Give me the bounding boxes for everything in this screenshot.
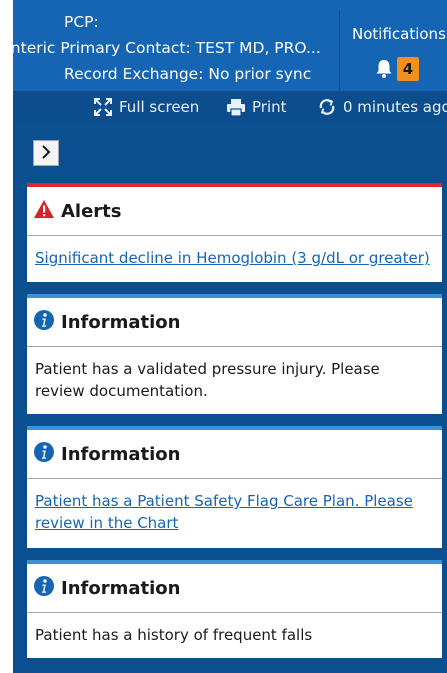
alert-card-body: Significant decline in Hemoglobin (3 g/d…	[27, 236, 442, 281]
toolbar: Full screen Print 0 minutes ago	[13, 91, 447, 123]
info-card-body: Patient has a validated pressure injury.…	[35, 360, 380, 400]
bell-icon	[375, 59, 395, 79]
patient-sidebar: PCP: Enteric Primary Contact: TEST MD, P…	[13, 0, 447, 673]
patient-info: PCP: Enteric Primary Contact: TEST MD, P…	[13, 0, 337, 91]
notifications-label: Notifications	[352, 25, 446, 43]
refresh-button[interactable]: 0 minutes ago	[317, 97, 447, 117]
info-card-body: Patient has a history of frequent falls	[35, 626, 313, 644]
alert-card: Alerts Significant decline in Hemoglobin…	[27, 183, 442, 282]
record-exchange-status: Record Exchange: No prior sync	[64, 65, 312, 83]
info-card-falls: Information Patient has a history of fre…	[27, 560, 442, 658]
info-card-title: Information	[61, 577, 181, 599]
info-card-safety-flag: Information Patient has a Patient Safety…	[27, 426, 442, 548]
fullscreen-label: Full screen	[119, 98, 200, 116]
notification-count: 4	[397, 57, 419, 81]
fullscreen-button[interactable]: Full screen	[93, 97, 199, 117]
notifications-button[interactable]: Notifications 4	[339, 11, 447, 91]
info-card-title: Information	[61, 443, 181, 465]
safety-flag-link[interactable]: Patient has a Patient Safety Flag Care P…	[35, 492, 413, 532]
info-card-header: Information	[27, 564, 442, 613]
refresh-label: 0 minutes ago	[343, 98, 447, 116]
notifications-badge: 4	[375, 57, 425, 81]
info-card-header: Information	[27, 430, 442, 479]
info-card-body: Patient has a Patient Safety Flag Care P…	[27, 479, 442, 546]
expand-button[interactable]	[33, 140, 59, 166]
alert-card-title: Alerts	[61, 200, 122, 222]
hemoglobin-alert-link[interactable]: Significant decline in Hemoglobin (3 g/d…	[35, 249, 430, 267]
info-card-title: Information	[61, 311, 181, 333]
info-circle-icon	[33, 309, 55, 335]
alert-card-header: Alerts	[27, 187, 442, 236]
print-label: Print	[252, 98, 287, 116]
print-button[interactable]: Print	[226, 97, 287, 117]
refresh-icon	[317, 97, 337, 117]
pcp-label: PCP:	[64, 13, 99, 31]
patient-header: PCP: Enteric Primary Contact: TEST MD, P…	[13, 0, 447, 91]
printer-icon	[226, 97, 246, 117]
info-circle-icon	[33, 441, 55, 467]
info-circle-icon	[33, 575, 55, 601]
warning-triangle-icon	[33, 199, 55, 223]
fullscreen-icon	[93, 97, 113, 117]
info-card-pressure-injury: Information Patient has a validated pres…	[27, 294, 442, 414]
primary-contact: Enteric Primary Contact: TEST MD, PRO...	[13, 39, 321, 57]
chevron-right-icon	[40, 144, 52, 163]
info-card-header: Information	[27, 298, 442, 347]
